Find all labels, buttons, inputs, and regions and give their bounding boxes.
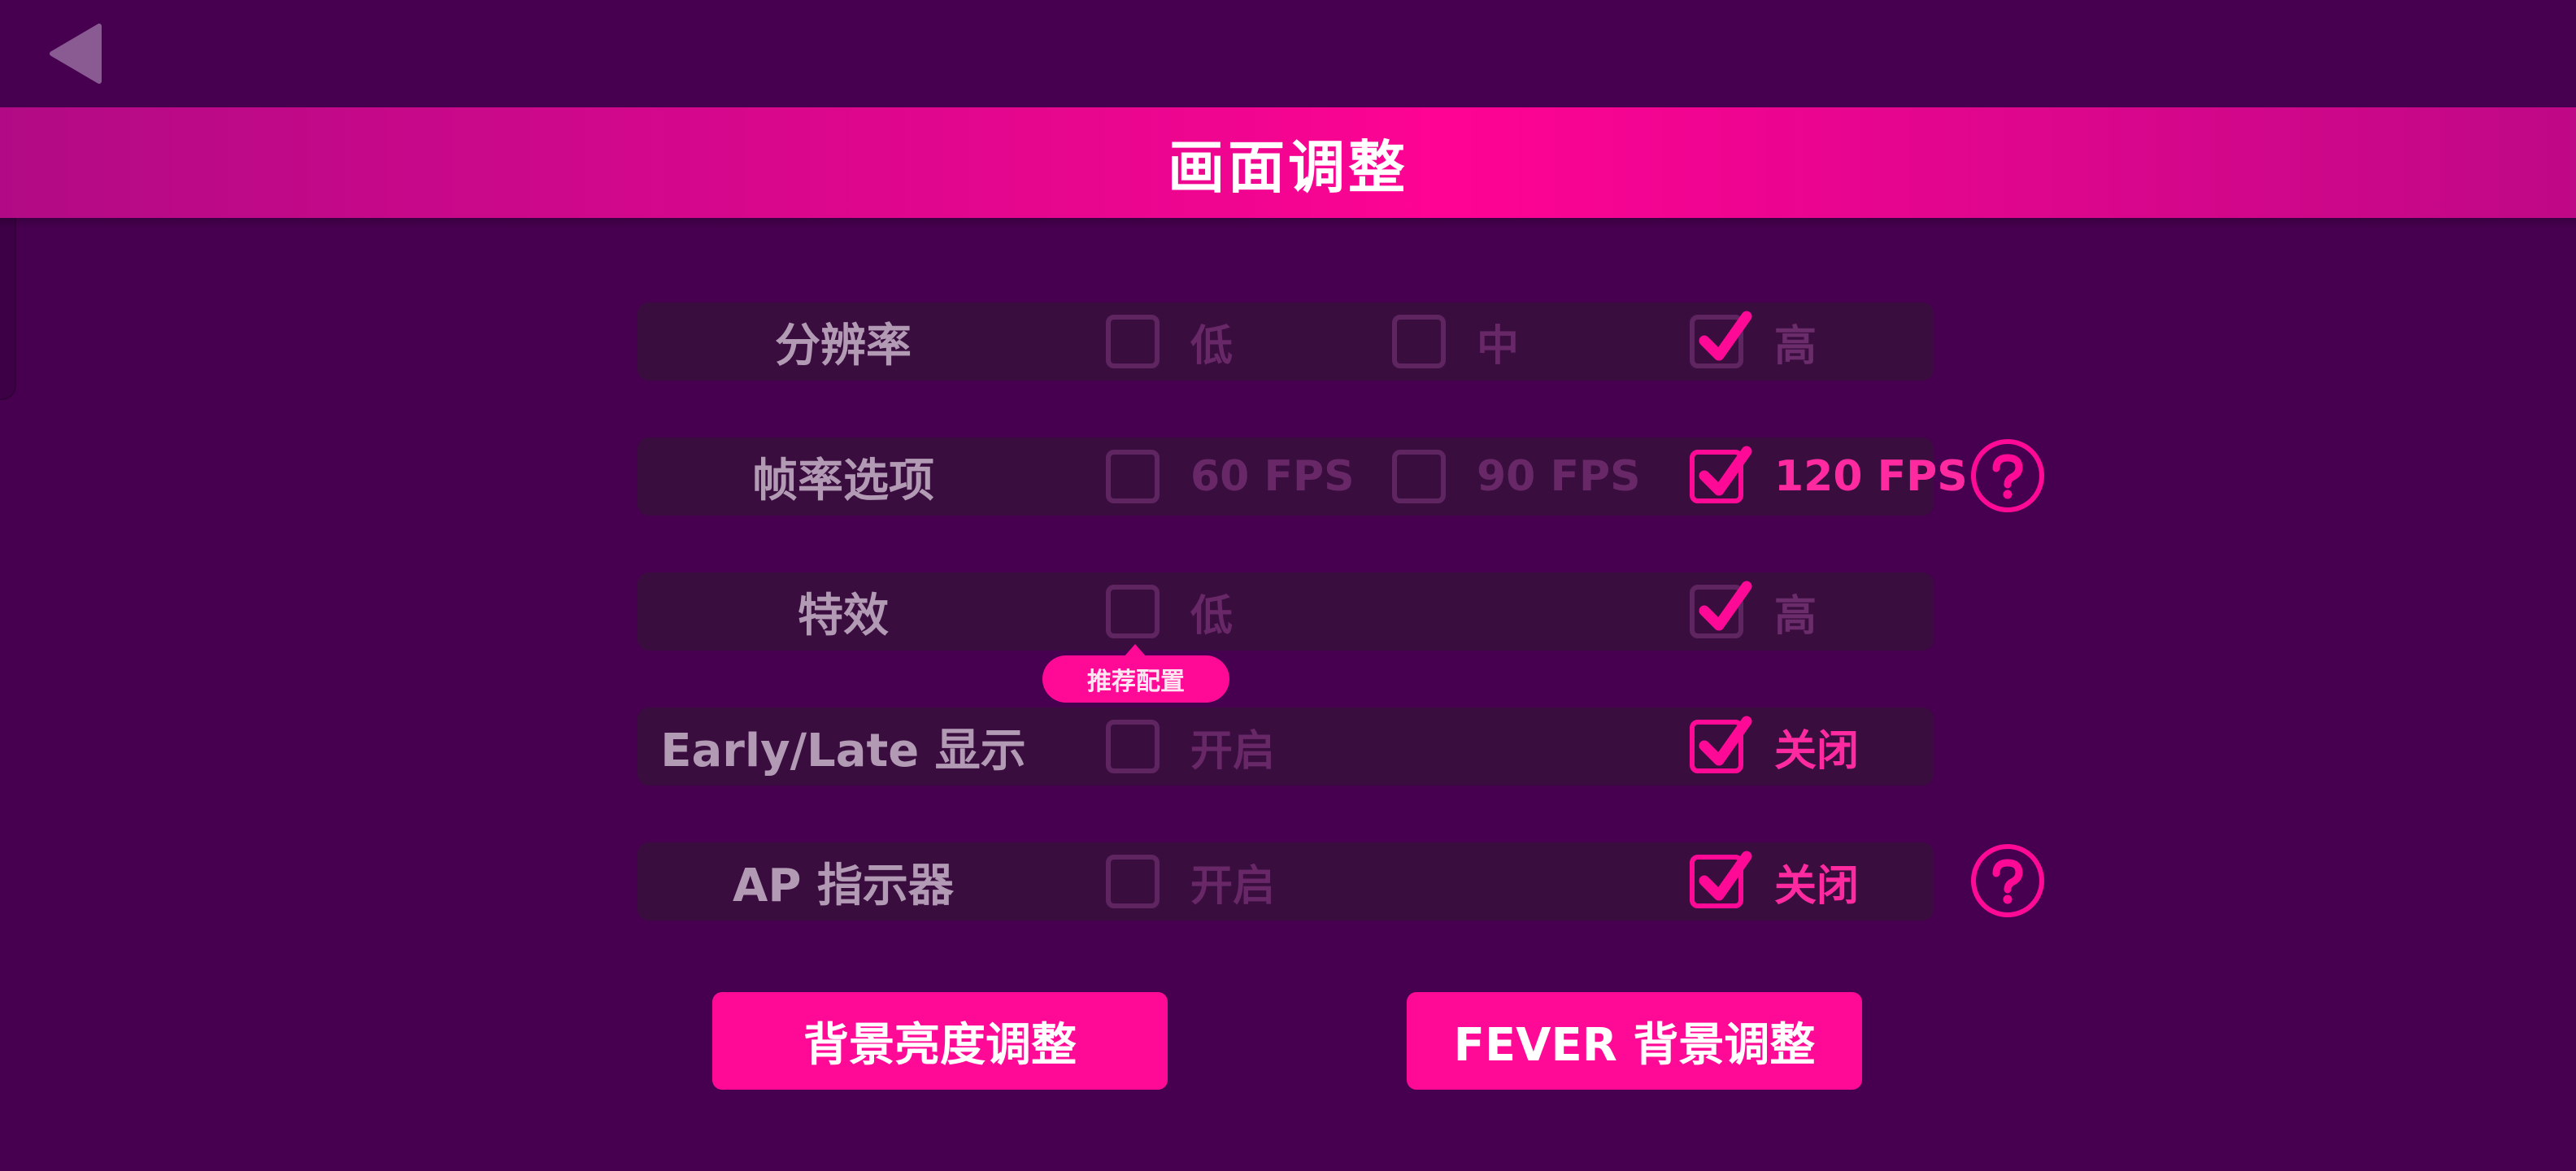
checkmark-icon	[1699, 446, 1752, 496]
question-mark-icon	[1992, 859, 2023, 904]
option-label: 关闭	[1774, 726, 1860, 776]
option-fps-60[interactable]: 60 FPS	[1106, 437, 1355, 516]
checkbox[interactable]	[1392, 450, 1446, 503]
setting-row-ap-indicator: AP 指示器 开启 关闭	[637, 842, 1934, 921]
option-label: 关闭	[1774, 861, 1860, 911]
setting-row-early-late: Early/Late 显示 开启 关闭	[637, 707, 1934, 786]
question-mark-icon	[1992, 454, 2023, 499]
option-early-late-on[interactable]: 开启	[1106, 707, 1275, 786]
fever-background-button[interactable]: FEVER 背景调整	[1407, 992, 1862, 1090]
back-button[interactable]	[49, 23, 106, 85]
setting-row-framerate: 帧率选项 60 FPS 90 FPS 120 FPS	[637, 437, 1968, 516]
option-label: 120 FPS	[1774, 452, 1968, 501]
setting-label: 分辨率	[775, 319, 912, 372]
setting-label: 特效	[798, 589, 889, 642]
checkbox[interactable]	[1106, 855, 1160, 908]
checkmark-icon	[1699, 851, 1752, 901]
page-title: 画面调整	[1168, 133, 1408, 201]
checkmark-icon	[1699, 581, 1752, 631]
option-early-late-off[interactable]: 关闭	[1690, 707, 1859, 786]
option-fps-120[interactable]: 120 FPS	[1690, 437, 1968, 516]
setting-row-effects: 特效 低 高	[637, 572, 1934, 651]
option-label: 低	[1190, 591, 1234, 641]
option-label: 开启	[1190, 726, 1276, 776]
checkbox[interactable]	[1106, 585, 1160, 638]
back-triangle-icon	[50, 24, 102, 84]
checkbox-checked[interactable]	[1690, 851, 1752, 908]
checkmark-icon	[1699, 311, 1752, 361]
setting-label: AP 指示器	[733, 859, 954, 912]
option-resolution-high[interactable]: 高	[1690, 303, 1817, 381]
checkbox-checked[interactable]	[1690, 311, 1752, 368]
option-label: 90 FPS	[1477, 452, 1641, 501]
option-label: 60 FPS	[1190, 452, 1355, 501]
framerate-help-button[interactable]	[1971, 439, 2044, 512]
option-label: 高	[1774, 591, 1817, 641]
option-label: 低	[1190, 321, 1234, 371]
checkbox[interactable]	[1106, 450, 1160, 503]
option-label: 开启	[1190, 861, 1276, 911]
ap-indicator-help-button[interactable]	[1971, 844, 2044, 917]
checkmark-icon	[1699, 716, 1752, 766]
option-effects-low[interactable]: 低	[1106, 572, 1233, 651]
option-label: 中	[1477, 321, 1520, 371]
checkbox[interactable]	[1106, 315, 1160, 368]
checkbox-checked[interactable]	[1690, 446, 1752, 503]
option-effects-high[interactable]: 高	[1690, 572, 1817, 651]
checkbox-checked[interactable]	[1690, 716, 1752, 773]
option-resolution-low[interactable]: 低	[1106, 303, 1233, 381]
setting-label: Early/Late 显示	[660, 724, 1026, 777]
recommend-badge: 推荐配置	[1042, 644, 1229, 703]
header-bar: 画面调整	[0, 107, 2576, 229]
option-ap-on[interactable]: 开启	[1106, 842, 1275, 921]
background-brightness-button[interactable]: 背景亮度调整	[712, 992, 1168, 1090]
option-ap-off[interactable]: 关闭	[1690, 842, 1859, 921]
option-fps-90[interactable]: 90 FPS	[1392, 437, 1641, 516]
checkbox-checked[interactable]	[1690, 581, 1752, 638]
checkbox[interactable]	[1392, 315, 1446, 368]
checkbox[interactable]	[1106, 720, 1160, 773]
option-resolution-mid[interactable]: 中	[1392, 303, 1519, 381]
setting-label: 帧率选项	[752, 454, 934, 507]
setting-row-resolution: 分辨率 低 中 高	[637, 303, 1934, 381]
option-label: 高	[1774, 321, 1817, 371]
